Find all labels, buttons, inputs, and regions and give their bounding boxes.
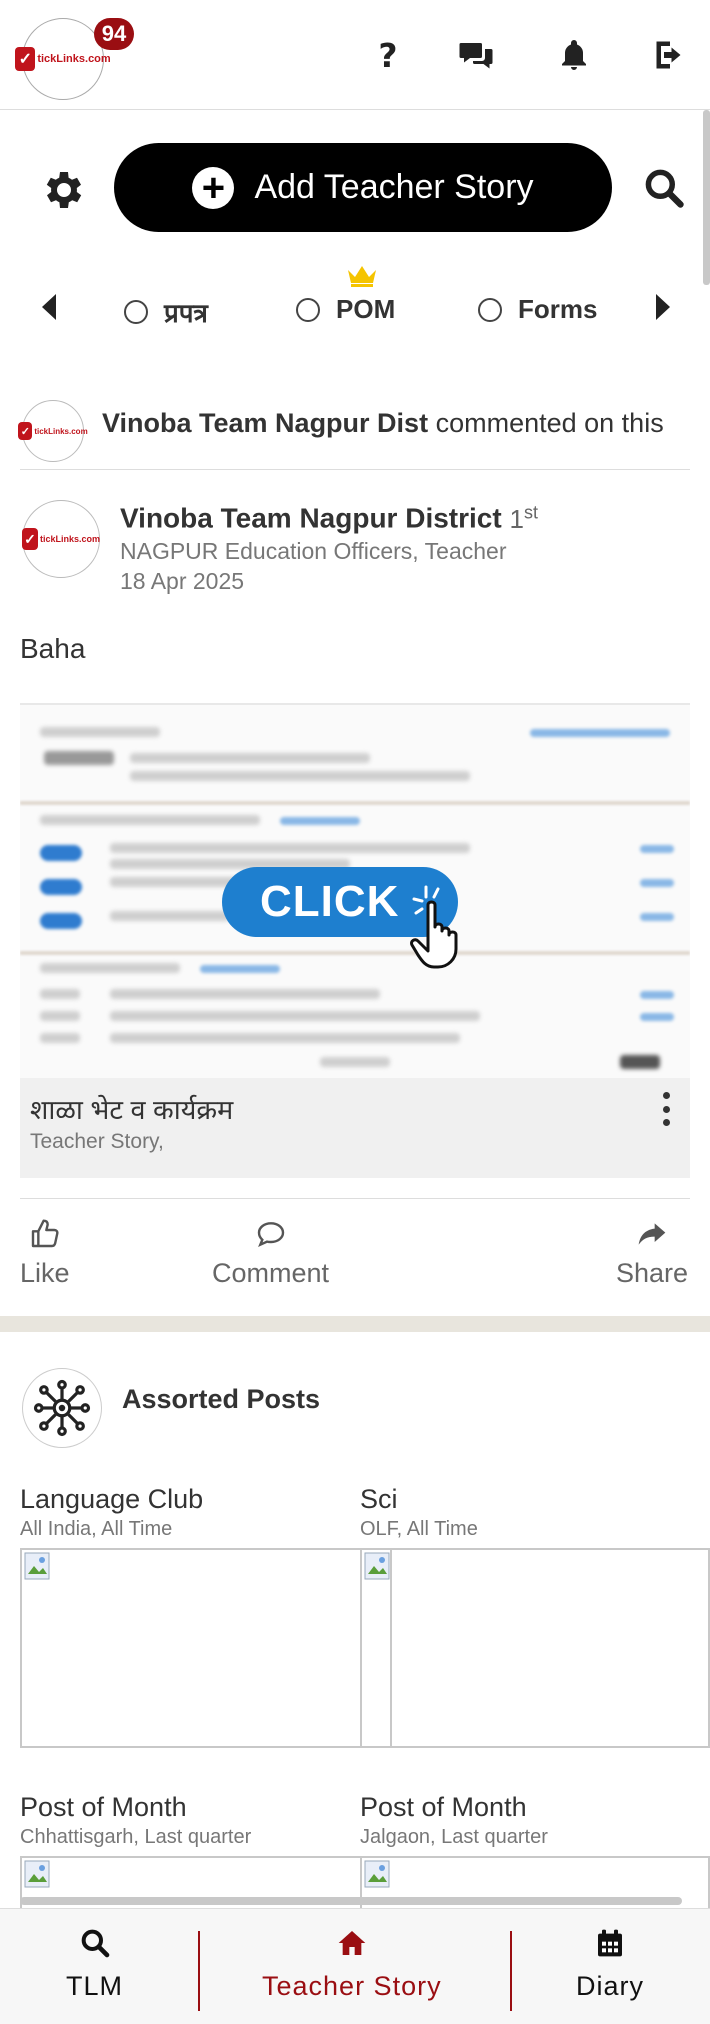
- post-author-name[interactable]: Vinoba Team Nagpur District: [120, 503, 502, 534]
- top-header: ✓ tickLinks.com 94 ?: [0, 0, 710, 110]
- nav-tlm[interactable]: TLM: [66, 1927, 123, 2002]
- bottom-navigation: TLM Teacher Story Diary: [0, 1908, 710, 2024]
- assorted-item-image[interactable]: [360, 1548, 710, 1748]
- logout-icon[interactable]: [650, 35, 690, 75]
- broken-image-icon: [364, 1552, 390, 1580]
- like-label: Like: [20, 1258, 70, 1288]
- scroll-right-arrow-icon[interactable]: [656, 294, 670, 320]
- horizontal-scrollbar[interactable]: [20, 1897, 682, 1905]
- broken-image-icon: [364, 1860, 390, 1888]
- logo-check-icon: ✓: [15, 47, 36, 71]
- share-button[interactable]: Share: [616, 1218, 688, 1289]
- comment-button[interactable]: Comment: [212, 1218, 329, 1289]
- chat-icon[interactable]: [456, 35, 496, 75]
- settings-gear-icon[interactable]: [38, 166, 86, 214]
- nav-teacher-story[interactable]: Teacher Story: [262, 1927, 442, 2002]
- nav-separator: [198, 1931, 200, 2011]
- assorted-item-subtitle: Chhattisgarh, Last quarter: [20, 1826, 252, 1848]
- scroll-left-arrow-icon[interactable]: [42, 294, 56, 320]
- assorted-item-title[interactable]: Post of Month: [20, 1792, 187, 1823]
- calendar-icon: [598, 1929, 622, 1957]
- svg-text:?: ?: [378, 37, 397, 73]
- network-hub-icon: [22, 1368, 102, 1448]
- assorted-item-title[interactable]: Post of Month: [360, 1792, 527, 1823]
- home-icon: [338, 1931, 366, 1955]
- pointer-hand-icon: [410, 885, 458, 969]
- avatar[interactable]: ✓ tickLinks.com: [18, 400, 88, 462]
- nav-diary[interactable]: Diary: [576, 1927, 644, 2002]
- nav-label: TLM: [66, 1971, 123, 2001]
- divider: [20, 1198, 690, 1199]
- filter-carousel: प्रपत्र POM Forms: [0, 262, 710, 352]
- filter-label: प्रपत्र: [164, 298, 208, 328]
- assorted-item-image[interactable]: [360, 1856, 710, 1916]
- activity-line: ✓ tickLinks.com Vinoba Team Nagpur Dist …: [18, 396, 690, 470]
- search-icon: [81, 1929, 109, 1958]
- plus-circle-icon: +: [192, 166, 235, 209]
- assorted-item-subtitle: OLF, All Time: [360, 1518, 478, 1540]
- app-logo[interactable]: ✓ tickLinks.com: [15, 18, 111, 100]
- add-teacher-story-button[interactable]: + Add Teacher Story: [114, 143, 612, 232]
- nav-separator: [510, 1931, 512, 2011]
- nav-label: Teacher Story: [262, 1971, 442, 2001]
- broken-image-icon: [24, 1860, 50, 1888]
- assorted-item-subtitle: Jalgaon, Last quarter: [360, 1826, 548, 1848]
- radio-button[interactable]: [296, 297, 320, 322]
- filter-option-forms[interactable]: Forms: [478, 294, 597, 325]
- add-story-label: Add Teacher Story: [254, 168, 534, 206]
- activity-action: commented on this: [435, 408, 664, 438]
- more-options-icon[interactable]: [656, 1092, 676, 1126]
- thumbs-up-icon: [31, 1219, 59, 1248]
- post-date: 18 Apr 2025: [120, 568, 245, 594]
- logo-text: tickLinks.com: [37, 53, 111, 65]
- assorted-item-image[interactable]: [20, 1856, 364, 1916]
- comment-label: Comment: [212, 1258, 330, 1288]
- radio-button[interactable]: [124, 300, 148, 324]
- post-image[interactable]: CLICK: [20, 703, 690, 1078]
- assorted-item-title[interactable]: Language Club: [20, 1484, 203, 1515]
- vertical-scrollbar[interactable]: [703, 110, 710, 285]
- post-author-rank: 1st: [509, 502, 538, 534]
- logo-check-icon: ✓: [21, 528, 38, 550]
- filter-option-pom[interactable]: POM: [296, 294, 395, 325]
- logo-text: tickLinks.com: [39, 534, 101, 544]
- assorted-item-subtitle: All India, All Time: [20, 1518, 173, 1540]
- post-author-role: NAGPUR Education Officers, Teacher: [120, 538, 507, 564]
- share-label: Share: [616, 1258, 689, 1288]
- crown-icon: [348, 266, 376, 287]
- caption-subtitle: Teacher Story,: [30, 1130, 164, 1153]
- notification-count-badge: 94: [94, 18, 134, 50]
- section-separator: [0, 1316, 710, 1332]
- post-caption[interactable]: शाळा भेट व कार्यक्रम Teacher Story,: [20, 1078, 690, 1178]
- share-arrow-icon: [638, 1223, 666, 1245]
- like-button[interactable]: Like: [20, 1218, 70, 1289]
- assorted-item-title[interactable]: Sci: [360, 1484, 398, 1515]
- radio-button[interactable]: [478, 297, 502, 322]
- help-icon[interactable]: ?: [368, 35, 408, 75]
- post-author-avatar[interactable]: ✓ tickLinks.com: [21, 500, 101, 578]
- post-author[interactable]: Vinoba Team Nagpur District 1st: [120, 502, 538, 535]
- assorted-posts-title: Assorted Posts: [122, 1384, 321, 1414]
- activity-actor[interactable]: Vinoba Team Nagpur Dist: [102, 408, 428, 438]
- filter-label: Forms: [518, 294, 598, 324]
- nav-label: Diary: [576, 1971, 645, 2001]
- logo-text: tickLinks.com: [34, 426, 88, 436]
- bell-icon[interactable]: [554, 35, 594, 75]
- filter-option-prapatra[interactable]: प्रपत्र: [124, 294, 208, 330]
- caption-title[interactable]: शाळा भेट व कार्यक्रम: [30, 1090, 233, 1127]
- assorted-item-image[interactable]: [20, 1548, 364, 1748]
- search-icon[interactable]: [642, 166, 686, 210]
- filter-label: POM: [336, 294, 396, 324]
- post-text: Baha: [20, 633, 86, 664]
- logo-check-icon: ✓: [18, 422, 33, 440]
- broken-image-icon: [24, 1552, 50, 1580]
- comment-bubble-icon: [257, 1222, 284, 1248]
